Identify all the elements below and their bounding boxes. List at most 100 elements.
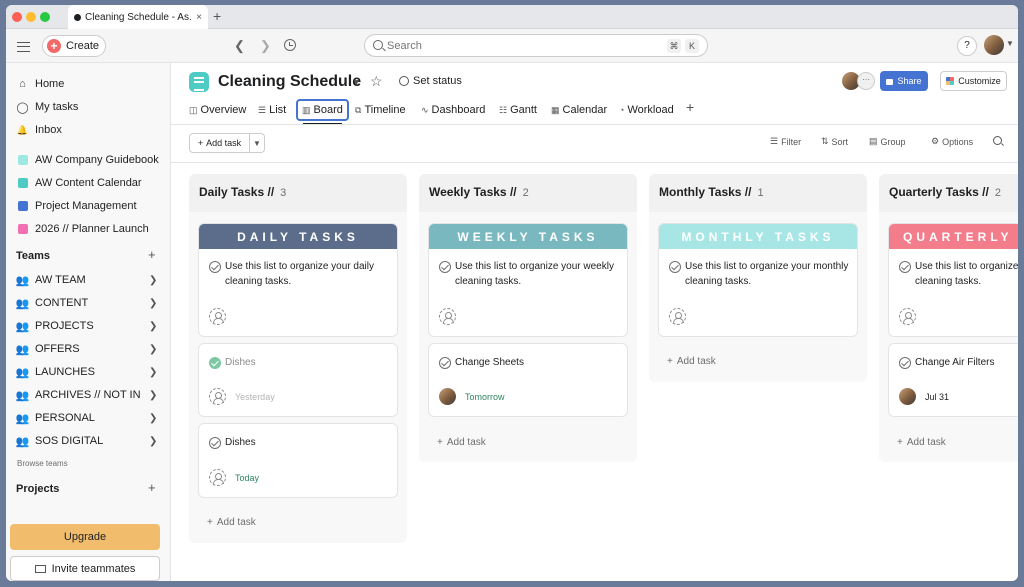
menu-icon[interactable] xyxy=(17,42,30,52)
project-list-icon[interactable] xyxy=(189,72,209,92)
tab-timeline[interactable]: ⧉ Timeline xyxy=(355,101,406,119)
add-view-button[interactable]: + xyxy=(686,99,694,115)
history-icon[interactable] xyxy=(284,39,296,51)
projects-heading[interactable]: Projects xyxy=(16,483,59,495)
complete-checkbox[interactable] xyxy=(899,357,911,369)
project-title[interactable]: Cleaning Schedule xyxy=(218,73,361,91)
sidebar-team-offers[interactable]: 👥 OFFERS ❯ xyxy=(6,338,171,360)
task-card[interactable]: WEEKLY TASKS Use this list to organize y… xyxy=(428,223,628,337)
sidebar-item-home[interactable]: ⌂ Home xyxy=(6,73,171,95)
board-search-icon[interactable] xyxy=(993,136,1002,145)
sidebar-item-inbox[interactable]: 🔔 Inbox xyxy=(6,119,171,141)
due-date[interactable]: Jul 31 xyxy=(925,392,949,402)
assignee-avatar[interactable] xyxy=(439,388,456,405)
sidebar-team-projects[interactable]: 👥 PROJECTS ❯ xyxy=(6,315,171,337)
column-header[interactable]: Weekly Tasks // 2 xyxy=(429,185,529,199)
task-card[interactable]: Change Sheets Tomorrow xyxy=(428,343,628,417)
assignee-placeholder-icon[interactable] xyxy=(439,308,456,325)
chevron-down-icon[interactable]: ▼ xyxy=(250,139,264,148)
tab-calendar[interactable]: ▦ Calendar xyxy=(551,101,607,119)
complete-checkbox[interactable] xyxy=(209,261,221,273)
new-tab-button[interactable]: + xyxy=(213,8,221,24)
sidebar-project-content-calendar[interactable]: AW Content Calendar xyxy=(6,172,171,194)
sidebar-team-archives[interactable]: 👥 ARCHIVES // NOT IN... ❯ xyxy=(6,384,171,406)
close-window-button[interactable] xyxy=(12,12,22,22)
sidebar-team-launches[interactable]: 👥 LAUNCHES ❯ xyxy=(6,361,171,383)
task-card[interactable]: DAILY TASKS Use this list to organize yo… xyxy=(198,223,398,337)
task-card[interactable]: Dishes Yesterday xyxy=(198,343,398,417)
chevron-right-icon[interactable]: ❯ xyxy=(149,390,157,401)
members-more-button[interactable]: ··· xyxy=(857,72,875,90)
chevron-right-icon[interactable]: ❯ xyxy=(149,275,157,286)
back-arrow-icon[interactable]: ❮ xyxy=(234,38,245,54)
task-card[interactable]: Change Air Filters Jul 31 xyxy=(888,343,1018,417)
customize-button[interactable]: Customize xyxy=(940,71,1007,91)
chevron-right-icon[interactable]: ❯ xyxy=(149,367,157,378)
chevron-right-icon[interactable]: ❯ xyxy=(149,413,157,424)
add-project-button[interactable]: + xyxy=(148,480,156,495)
tab-dashboard[interactable]: ∿ Dashboard xyxy=(421,101,485,119)
column-add-task-button[interactable]: + Add task xyxy=(897,437,946,448)
invite-teammates-button[interactable]: Invite teammates xyxy=(10,556,160,581)
task-card[interactable]: MONTHLY TASKS Use this list to organize … xyxy=(658,223,858,337)
set-status-button[interactable]: Set status xyxy=(413,75,462,87)
complete-checkbox[interactable] xyxy=(669,261,681,273)
share-button[interactable]: Share xyxy=(880,71,928,91)
due-date[interactable]: Yesterday xyxy=(235,392,275,402)
complete-checkbox[interactable] xyxy=(899,261,911,273)
help-button[interactable]: ? xyxy=(957,36,977,56)
sort-button[interactable]: ⇅ Sort xyxy=(821,136,848,147)
teams-heading[interactable]: Teams xyxy=(16,250,50,262)
sidebar-team-sos-digital[interactable]: 👥 SOS DIGITAL ❯ xyxy=(6,430,171,452)
assignee-placeholder-icon[interactable] xyxy=(209,308,226,325)
add-task-main[interactable]: + Add task xyxy=(190,134,250,152)
column-add-task-button[interactable]: + Add task xyxy=(667,356,716,367)
due-date[interactable]: Today xyxy=(235,473,259,483)
complete-checkbox[interactable] xyxy=(439,261,451,273)
sidebar-project-planner-launch[interactable]: 2026 // Planner Launch xyxy=(6,218,171,240)
chevron-down-icon[interactable]: ▼ xyxy=(352,77,361,87)
column-header[interactable]: Quarterly Tasks // 2 xyxy=(889,185,1001,199)
tab-board[interactable]: ▥ Board xyxy=(296,99,349,121)
tab-workload[interactable]: ◔ Workload xyxy=(619,101,674,119)
task-card[interactable]: QUARTERLY Use this list to organize your… xyxy=(888,223,1018,337)
add-team-button[interactable]: + xyxy=(148,247,156,262)
browse-teams-link[interactable]: Browse teams xyxy=(17,459,68,468)
sidebar-project-project-management[interactable]: Project Management xyxy=(6,195,171,217)
complete-checkbox[interactable] xyxy=(439,357,451,369)
options-button[interactable]: ⚙ Options xyxy=(931,136,973,147)
column-add-task-button[interactable]: + Add task xyxy=(207,517,256,528)
user-avatar[interactable] xyxy=(984,35,1004,55)
assignee-placeholder-icon[interactable] xyxy=(209,388,226,405)
group-button[interactable]: ▤ Group xyxy=(869,136,906,147)
chevron-down-icon[interactable]: ▼ xyxy=(1006,39,1014,48)
minimize-window-button[interactable] xyxy=(26,12,36,22)
chevron-right-icon[interactable]: ❯ xyxy=(149,298,157,309)
assignee-avatar[interactable] xyxy=(899,388,916,405)
column-add-task-button[interactable]: + Add task xyxy=(437,437,486,448)
add-task-button[interactable]: + Add task ▼ xyxy=(189,133,265,153)
chevron-right-icon[interactable]: ❯ xyxy=(149,344,157,355)
sidebar-project-company-guidebook[interactable]: AW Company Guidebook xyxy=(6,149,171,171)
chevron-right-icon[interactable]: ❯ xyxy=(149,436,157,447)
create-button[interactable]: + Create xyxy=(42,35,106,57)
sidebar-item-my-tasks[interactable]: ◯ My tasks xyxy=(6,96,171,118)
close-tab-icon[interactable]: × xyxy=(196,12,202,23)
tab-gantt[interactable]: ☷ Gantt xyxy=(499,101,537,119)
sidebar-team-aw-team[interactable]: 👥 AW TEAM ❯ xyxy=(6,269,171,291)
upgrade-button[interactable]: Upgrade xyxy=(10,524,160,550)
search-bar[interactable]: ⌘ K xyxy=(364,34,708,57)
maximize-window-button[interactable] xyxy=(40,12,50,22)
complete-checkbox[interactable] xyxy=(209,357,221,369)
forward-arrow-icon[interactable]: ❯ xyxy=(260,38,271,54)
tab-list[interactable]: ☰ List xyxy=(258,101,286,119)
filter-button[interactable]: ☰ Filter xyxy=(770,136,801,147)
sidebar-team-personal[interactable]: 👥 PERSONAL ❯ xyxy=(6,407,171,429)
complete-checkbox[interactable] xyxy=(209,437,221,449)
assignee-placeholder-icon[interactable] xyxy=(899,308,916,325)
star-icon[interactable]: ☆ xyxy=(370,73,383,90)
due-date[interactable]: Tomorrow xyxy=(465,392,505,402)
chevron-right-icon[interactable]: ❯ xyxy=(149,321,157,332)
browser-tab[interactable]: Cleaning Schedule - As... × xyxy=(68,5,208,29)
task-card[interactable]: Dishes Today xyxy=(198,423,398,498)
